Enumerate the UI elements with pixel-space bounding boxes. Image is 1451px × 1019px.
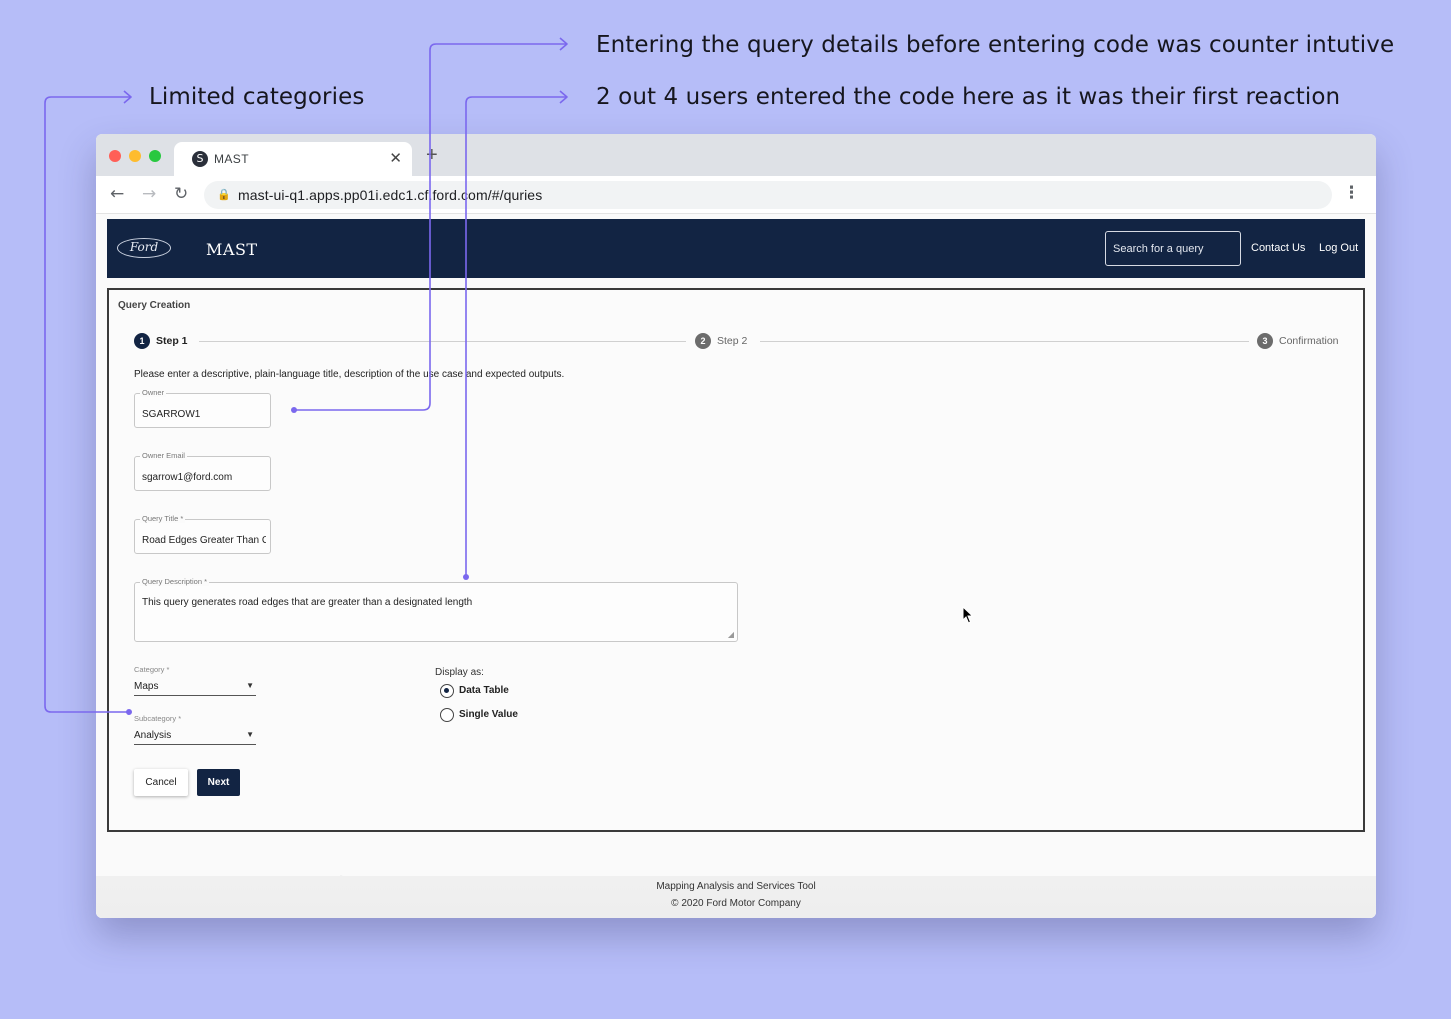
next-button[interactable]: Next (197, 769, 240, 796)
category-value: Maps (134, 681, 159, 692)
step-label: Step 2 (717, 335, 748, 347)
chevron-down-icon: ▼ (246, 681, 254, 690)
favicon-icon: S (192, 151, 208, 167)
close-window-button[interactable] (109, 150, 121, 162)
mouse-cursor-icon (962, 605, 974, 627)
radio-selected-icon[interactable] (440, 684, 454, 698)
query-description-value: This query generates road edges that are… (142, 597, 473, 608)
query-title-label: Query Title * (140, 514, 186, 523)
step-number: 3 (1257, 333, 1273, 349)
browser-tab[interactable]: S MAST ✕ (174, 142, 412, 176)
subcategory-select[interactable]: Subcategory * Analysis ▼ (134, 714, 256, 745)
chevron-down-icon: ▼ (246, 730, 254, 739)
annotation-counter-intuitive: Entering the query details before enteri… (596, 32, 1395, 58)
query-title-value: Road Edges Greater Than C (142, 535, 266, 546)
owner-email-label: Owner Email (140, 451, 187, 460)
arrowhead-icon (559, 37, 568, 51)
step-number: 2 (695, 333, 711, 349)
web-page: Ford MAST Contact Us Log Out Query Creat… (96, 214, 1376, 918)
radio-label: Data Table (459, 685, 509, 696)
owner-field[interactable]: Owner SGARROW1 (134, 388, 271, 428)
radio-label: Single Value (459, 709, 518, 720)
owner-value: SGARROW1 (142, 409, 201, 420)
lock-icon: 🔒 (217, 189, 231, 201)
maximize-window-button[interactable] (149, 150, 161, 162)
contact-us-link[interactable]: Contact Us (1251, 242, 1305, 254)
subcategory-value: Analysis (134, 730, 172, 741)
tab-strip: S MAST ✕ + (96, 134, 1376, 176)
new-tab-icon[interactable]: + (426, 145, 438, 165)
browser-toolbar: ← → ↻ 🔒 mast-ui-q1.apps.pp01i.edc1.cf.fo… (96, 176, 1376, 214)
owner-email-field[interactable]: Owner Email sgarrow1@ford.com (134, 451, 271, 491)
log-out-link[interactable]: Log Out (1319, 242, 1358, 254)
category-label: Category * (134, 665, 170, 674)
query-title-field[interactable]: Query Title * Road Edges Greater Than C (134, 514, 271, 554)
forward-arrow-icon[interactable]: → (142, 185, 156, 203)
step-number: 1 (134, 333, 150, 349)
stepper-connector (760, 341, 1249, 342)
page-footer: Mapping Analysis and Services Tool © 202… (96, 876, 1376, 918)
app-title: MAST (206, 240, 258, 259)
query-description-label: Query Description * (140, 577, 210, 586)
footer-tool-name: Mapping Analysis and Services Tool (656, 881, 816, 892)
step-label: Confirmation (1279, 335, 1339, 347)
reload-icon[interactable]: ↻ (174, 185, 188, 203)
browser-window: S MAST ✕ + ← → ↻ 🔒 mast-ui-q1.apps.pp01i… (96, 134, 1376, 918)
step-label: Step 1 (156, 335, 188, 347)
ford-logo[interactable]: Ford (117, 238, 171, 258)
annotation-first-reaction: 2 out 4 users entered the code here as i… (596, 84, 1341, 110)
card-title: Query Creation (118, 300, 191, 311)
query-creation-card: Query Creation 1 Step 1 2 Step 2 3 Confi… (107, 288, 1365, 888)
owner-label: Owner (140, 388, 167, 397)
arrowhead-icon (123, 90, 132, 104)
browser-menu-icon[interactable]: ⋮ (1343, 184, 1360, 202)
owner-email-value: sgarrow1@ford.com (142, 472, 233, 483)
cancel-button[interactable]: Cancel (134, 769, 188, 796)
search-input[interactable] (1105, 231, 1241, 266)
instructions-text: Please enter a descriptive, plain-langua… (134, 369, 565, 380)
annotation-limited-categories: Limited categories (149, 84, 365, 110)
category-select[interactable]: Category * Maps ▼ (134, 665, 256, 696)
back-arrow-icon[interactable]: ← (110, 185, 124, 203)
subcategory-label: Subcategory * (134, 714, 182, 723)
app-header: Ford MAST Contact Us Log Out (107, 219, 1365, 278)
resize-grip-icon[interactable]: ◢ (728, 630, 734, 639)
minimize-window-button[interactable] (129, 150, 141, 162)
arrowhead-icon (559, 90, 568, 104)
url-text: mast-ui-q1.apps.pp01i.edc1.cf.ford.com/#… (238, 187, 543, 203)
tab-title: MAST (214, 152, 249, 166)
footer-copyright: © 2020 Ford Motor Company (671, 898, 801, 909)
stepper-connector (199, 341, 686, 342)
radio-unselected-icon[interactable] (440, 708, 454, 722)
close-tab-icon[interactable]: ✕ (389, 149, 402, 167)
query-description-field[interactable]: Query Description * This query generates… (134, 577, 738, 642)
display-as-label: Display as: (435, 667, 484, 678)
address-bar[interactable]: 🔒 mast-ui-q1.apps.pp01i.edc1.cf.ford.com… (204, 181, 1332, 209)
